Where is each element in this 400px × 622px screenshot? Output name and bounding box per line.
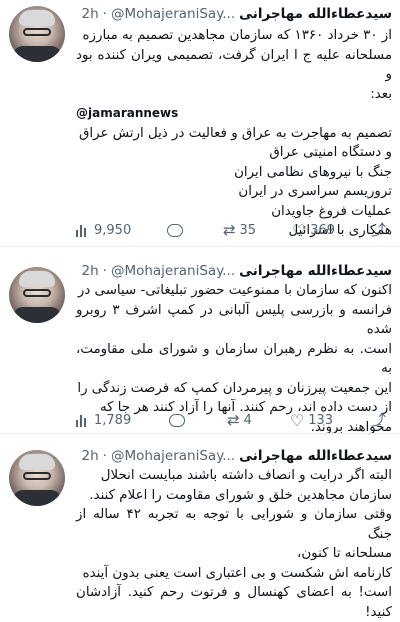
avatar-suit xyxy=(13,46,61,62)
separator-dot: · xyxy=(102,263,107,279)
avatar-suit xyxy=(13,490,61,506)
tweet-text: از ۳۰ خرداد ۱۳۶۰ که سازمان مجاهدین تصمیم… xyxy=(76,26,392,241)
avatar-glasses xyxy=(23,289,51,297)
separator-dot: · xyxy=(102,6,107,22)
share-button[interactable]: ⤴ xyxy=(370,220,386,239)
avatar-glasses xyxy=(23,28,51,36)
tweet-line: اکنون که سازمان با ممنوعیت حضور تبلیغاتی… xyxy=(77,283,392,298)
tweet-line: جنگ با نیروهای نظامی ایران xyxy=(234,164,392,180)
tweet-2[interactable]: سیدعطاءالله مهاجرانی @MohajeraniSay... ·… xyxy=(0,247,400,435)
tweet-text: البته اگر درایت و انصاف داشته باشند مبای… xyxy=(76,466,392,622)
like-count: 133 xyxy=(308,412,334,428)
avatar[interactable] xyxy=(9,267,65,323)
tweet-time[interactable]: 2h xyxy=(81,448,98,464)
tweet-3[interactable]: سیدعطاءالله مهاجرانی @MohajeraniSay... ·… xyxy=(0,434,400,620)
avatar-suit xyxy=(13,307,61,323)
tweet-line: مسلحانه علیه ج ا ایران گرفت، تصمیمی ویرا… xyxy=(76,47,392,83)
tweet-header: سیدعطاءالله مهاجرانی @MohajeraniSay... ·… xyxy=(76,446,392,466)
tweet-header: سیدعطاءالله مهاجرانی @MohajeraniSay... ·… xyxy=(76,261,392,281)
tweet-line: از ۳۰ خرداد ۱۳۶۰ که سازمان مجاهدین تصمیم… xyxy=(82,28,393,43)
tweet-line: البته اگر درایت و انصاف داشته باشند مبای… xyxy=(100,468,392,483)
tweet-actions: 9,950 ⇄ 35 ♡ 369 ⤴ xyxy=(76,220,386,240)
retweet-icon: ⇄ xyxy=(222,220,236,239)
tweet-line: بعد: xyxy=(370,86,392,102)
avatar-hair xyxy=(19,271,55,287)
heart-icon: ♡ xyxy=(289,410,305,430)
share-button[interactable]: ⤴ xyxy=(370,410,386,429)
tweet-line: تصمیم به مهاجرت به عراق و فعالیت در ذیل … xyxy=(78,125,392,141)
views-button[interactable]: 9,950 xyxy=(76,223,131,238)
tweet-line: کارنامه اش شکست و بی اعتباری است یعنی بد… xyxy=(82,565,392,581)
tweet-time[interactable]: 2h xyxy=(81,6,98,22)
avatar-hair xyxy=(19,10,55,26)
views-count: 9,950 xyxy=(94,222,132,238)
tweet-line: تروریسم سراسری در ایران xyxy=(238,184,392,199)
retweet-button[interactable]: ⇄ 4 xyxy=(227,410,252,429)
avatar[interactable] xyxy=(9,6,65,62)
tweet-time[interactable]: 2h xyxy=(81,263,98,279)
tweet-line: این جمعیت پیرزنان و پیرمردان کمپ که فرصت… xyxy=(77,380,392,396)
avatar-glasses xyxy=(23,472,51,480)
avatar-hair xyxy=(19,454,55,470)
retweet-count: 35 xyxy=(239,222,257,238)
views-icon xyxy=(76,413,90,427)
tweet-header: سیدعطاءالله مهاجرانی @MohajeraniSay... ·… xyxy=(76,4,392,24)
tweet-line: وقتی سازمان و شورایی با توجه به تجربه ۴۲… xyxy=(76,507,392,542)
views-icon xyxy=(76,223,90,237)
author-name[interactable]: سیدعطاءالله مهاجرانی xyxy=(239,263,392,279)
reply-icon xyxy=(169,413,186,427)
share-icon: ⤴ xyxy=(370,410,386,429)
share-icon: ⤴ xyxy=(370,220,386,239)
author-handle[interactable]: @MohajeraniSay... xyxy=(111,448,235,464)
author-name[interactable]: سیدعطاءالله مهاجرانی xyxy=(239,6,392,22)
tweet-line: فرانسه و بازرسی پلیس آلبانی در کمپ اشرف … xyxy=(76,302,392,338)
retweet-icon: ⇄ xyxy=(227,410,240,429)
separator-dot: · xyxy=(102,448,107,464)
avatar[interactable] xyxy=(9,450,65,506)
like-count: 369 xyxy=(310,222,336,238)
reply-button[interactable] xyxy=(167,223,187,237)
reply-button[interactable] xyxy=(169,413,189,427)
tweet-line: عملیات فروغ جاویدان xyxy=(271,203,392,219)
tweet-line: است! به اعضای کهنسال و فرتوت رحم کنید. آ… xyxy=(76,585,392,620)
tweet-line: مسلحانه تا کنون، xyxy=(297,546,392,561)
heart-icon: ♡ xyxy=(291,220,307,240)
like-button[interactable]: ♡ 133 xyxy=(289,410,334,430)
tweet-actions: 1,789 ⇄ 4 ♡ 133 ⤴ xyxy=(76,410,386,430)
like-button[interactable]: ♡ 369 xyxy=(291,220,336,240)
retweet-count: 4 xyxy=(243,412,252,428)
tweet-line: و دستگاه امنیتی عراق xyxy=(269,145,392,160)
retweet-button[interactable]: ⇄ 35 xyxy=(222,220,257,239)
tweet-1[interactable]: سیدعطاءالله مهاجرانی @MohajeraniSay... ·… xyxy=(0,0,400,246)
views-count: 1,789 xyxy=(94,412,132,428)
mention-link[interactable]: @jamarannews xyxy=(76,104,392,124)
reply-icon xyxy=(167,223,184,237)
author-name[interactable]: سیدعطاءالله مهاجرانی xyxy=(239,448,392,464)
tweet-line: سازمان مجاهدین خلق و شورای مقاومت را اعل… xyxy=(89,487,392,503)
author-handle[interactable]: @MohajeraniSay... xyxy=(111,263,235,279)
tweet-line: است. به نظرم رهبران سازمان و شورای ملی م… xyxy=(76,341,392,377)
views-button[interactable]: 1,789 xyxy=(76,413,131,428)
author-handle[interactable]: @MohajeraniSay... xyxy=(111,6,235,22)
